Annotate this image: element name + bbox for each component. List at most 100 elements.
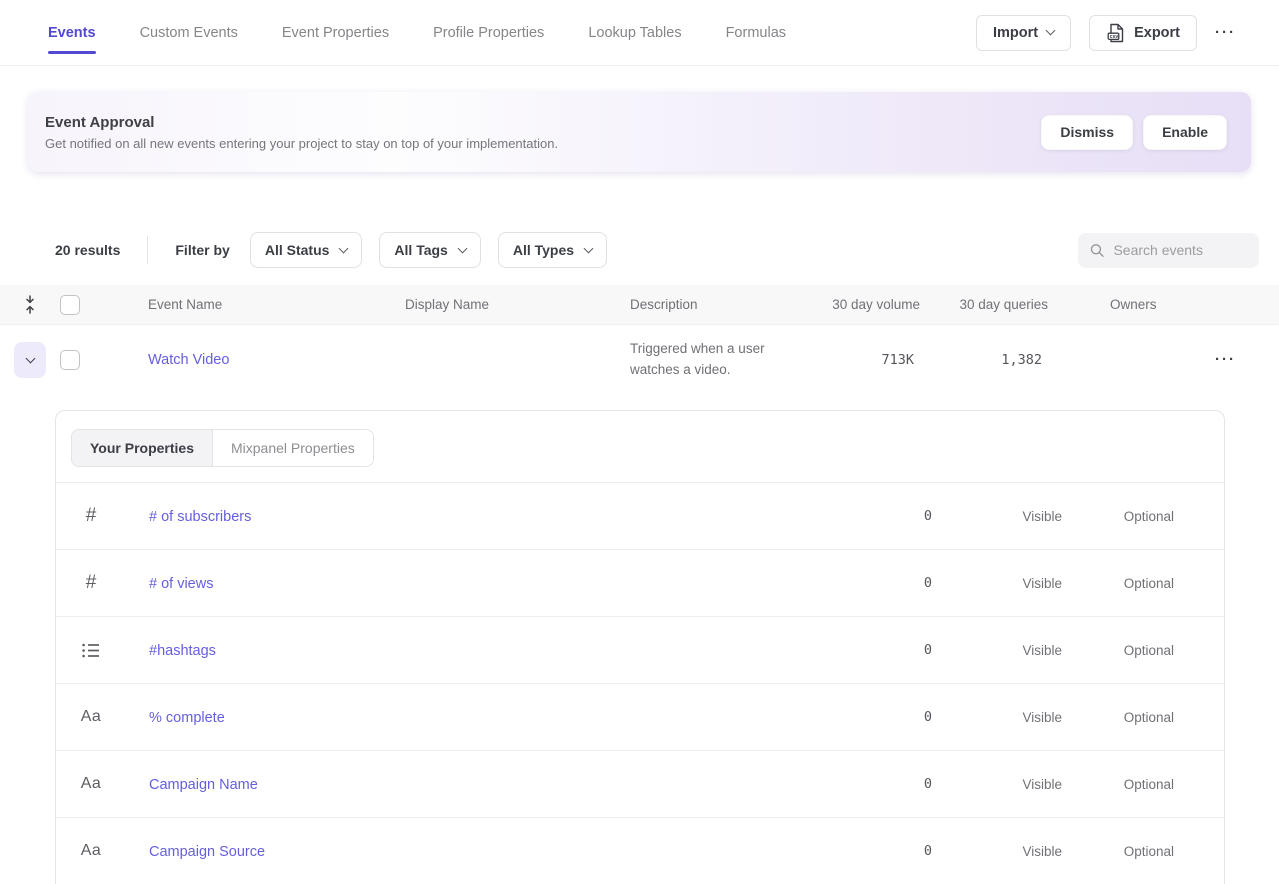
- properties-tabs-area: Your Properties Mixpanel Properties: [56, 411, 1224, 483]
- property-queries: 0: [834, 575, 944, 591]
- row-expand-toggle[interactable]: [14, 342, 46, 378]
- banner-title: Event Approval: [45, 114, 558, 131]
- more-menu-ellipsis-icon[interactable]: ···: [1215, 24, 1236, 41]
- filter-dropdowns: All Status All Tags All Types: [250, 232, 607, 268]
- collapse-rows-button[interactable]: [23, 295, 37, 314]
- event-description: Triggered when a user watches a video.: [630, 339, 820, 381]
- filter-by-label: Filter by: [175, 242, 229, 258]
- property-requirement: Optional: [1074, 576, 1224, 591]
- property-name-link[interactable]: % complete: [149, 710, 225, 726]
- tab-event-properties[interactable]: Event Properties: [282, 0, 389, 65]
- row-actions-ellipsis-icon[interactable]: ···: [1215, 351, 1236, 368]
- tab-lookup-tables[interactable]: Lookup Tables: [588, 0, 681, 65]
- header-event-name: Event Name: [118, 297, 405, 312]
- tab-profile-properties[interactable]: Profile Properties: [433, 0, 544, 65]
- property-visibility: Visible: [944, 777, 1074, 792]
- chevron-down-icon: [1046, 26, 1056, 36]
- header-description: Description: [630, 297, 820, 312]
- banner-text: Event Approval Get notified on all new e…: [45, 114, 558, 151]
- property-row: #hashtags 0 Visible Optional: [56, 617, 1224, 684]
- property-name-link[interactable]: # of views: [149, 576, 213, 592]
- number-type-icon: #: [86, 572, 97, 594]
- status-filter-dropdown[interactable]: All Status: [250, 232, 363, 268]
- nav-actions: Import csv Export ···: [976, 0, 1236, 65]
- property-visibility: Visible: [944, 509, 1074, 524]
- list-type-icon: [82, 643, 100, 658]
- export-button-label: Export: [1134, 25, 1180, 41]
- chevron-down-icon: [457, 243, 467, 253]
- event-queries: 1,382: [920, 352, 1048, 368]
- table-header-row: Event Name Display Name Description 30 d…: [0, 285, 1279, 325]
- header-queries: 30 day queries: [920, 297, 1048, 312]
- property-row: # # of views 0 Visible Optional: [56, 550, 1224, 617]
- property-row: # # of subscribers 0 Visible Optional: [56, 483, 1224, 550]
- row-checkbox[interactable]: [60, 350, 80, 370]
- property-queries: 0: [834, 709, 944, 725]
- collapse-arrows-icon: [23, 295, 37, 314]
- expand-chip[interactable]: [14, 342, 46, 378]
- chevron-down-icon: [339, 243, 349, 253]
- results-count: 20 results: [55, 242, 120, 258]
- tags-filter-dropdown[interactable]: All Tags: [379, 232, 480, 268]
- chevron-down-icon: [25, 353, 35, 363]
- event-approval-banner: Event Approval Get notified on all new e…: [28, 92, 1251, 172]
- search-icon: [1090, 242, 1104, 259]
- tab-custom-events[interactable]: Custom Events: [140, 0, 238, 65]
- property-requirement: Optional: [1074, 509, 1224, 524]
- header-volume: 30 day volume: [820, 297, 920, 312]
- property-row: Aa % complete 0 Visible Optional: [56, 684, 1224, 751]
- event-name-link[interactable]: Watch Video: [148, 352, 229, 368]
- property-visibility: Visible: [944, 643, 1074, 658]
- text-type-icon: Aa: [81, 775, 102, 793]
- text-type-icon: Aa: [81, 708, 102, 726]
- number-type-icon: #: [86, 505, 97, 527]
- import-button-label: Import: [993, 25, 1038, 41]
- dismiss-button[interactable]: Dismiss: [1041, 115, 1133, 150]
- export-button[interactable]: csv Export: [1089, 15, 1197, 51]
- search-input[interactable]: [1113, 242, 1247, 258]
- tab-formulas[interactable]: Formulas: [726, 0, 786, 65]
- banner-description: Get notified on all new events entering …: [45, 136, 558, 151]
- property-requirement: Optional: [1074, 844, 1224, 859]
- property-row: Aa Campaign Source 0 Visible Optional: [56, 818, 1224, 884]
- filter-bar: 20 results Filter by All Status All Tags…: [55, 232, 1259, 268]
- property-name-link[interactable]: Campaign Source: [149, 844, 265, 860]
- banner-actions: Dismiss Enable: [1041, 115, 1227, 150]
- property-queries: 0: [834, 776, 944, 792]
- property-row: Aa Campaign Name 0 Visible Optional: [56, 751, 1224, 818]
- enable-button[interactable]: Enable: [1143, 115, 1227, 150]
- properties-tab-group: Your Properties Mixpanel Properties: [71, 429, 374, 467]
- property-visibility: Visible: [944, 576, 1074, 591]
- header-owners: Owners: [1110, 297, 1180, 312]
- event-volume: 713K: [820, 352, 920, 368]
- types-filter-dropdown[interactable]: All Types: [498, 232, 607, 268]
- property-name-link[interactable]: #hashtags: [149, 643, 216, 659]
- csv-file-icon: csv: [1106, 23, 1125, 43]
- property-visibility: Visible: [944, 710, 1074, 725]
- search-box[interactable]: [1078, 233, 1259, 268]
- property-visibility: Visible: [944, 844, 1074, 859]
- select-all-checkbox[interactable]: [60, 295, 80, 315]
- property-queries: 0: [834, 642, 944, 658]
- nav-tabs: Events Custom Events Event Properties Pr…: [48, 0, 786, 65]
- divider: [147, 236, 148, 264]
- property-name-link[interactable]: Campaign Name: [149, 777, 258, 793]
- tab-events[interactable]: Events: [48, 0, 96, 65]
- property-requirement: Optional: [1074, 777, 1224, 792]
- property-queries: 0: [834, 508, 944, 524]
- property-requirement: Optional: [1074, 710, 1224, 725]
- import-button[interactable]: Import: [976, 15, 1071, 51]
- status-filter-label: All Status: [265, 242, 330, 258]
- types-filter-label: All Types: [513, 242, 574, 258]
- tab-your-properties[interactable]: Your Properties: [72, 430, 213, 466]
- text-type-icon: Aa: [81, 842, 102, 860]
- top-nav: Events Custom Events Event Properties Pr…: [0, 0, 1279, 66]
- chevron-down-icon: [584, 243, 594, 253]
- property-requirement: Optional: [1074, 643, 1224, 658]
- property-name-link[interactable]: # of subscribers: [149, 509, 251, 525]
- header-display-name: Display Name: [405, 297, 630, 312]
- property-queries: 0: [834, 843, 944, 859]
- tags-filter-label: All Tags: [394, 242, 447, 258]
- tab-mixpanel-properties[interactable]: Mixpanel Properties: [213, 430, 373, 466]
- properties-panel: Your Properties Mixpanel Properties # # …: [55, 410, 1225, 884]
